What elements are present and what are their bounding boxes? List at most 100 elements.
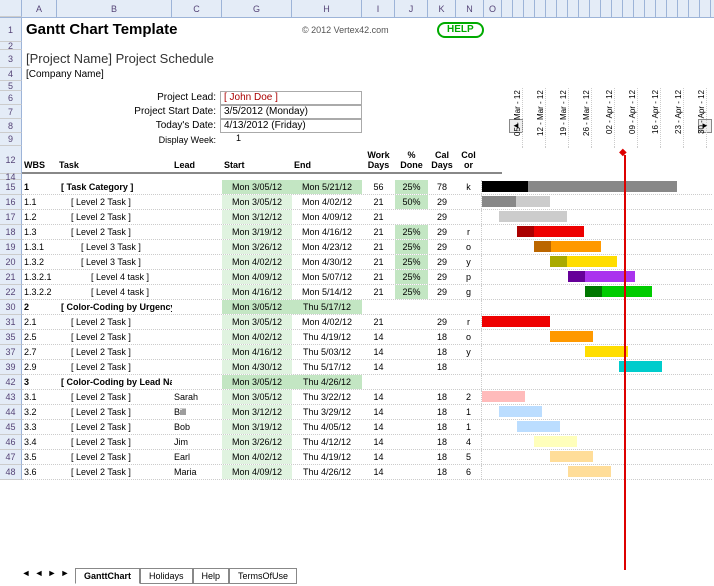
cell-lead[interactable] <box>172 180 222 194</box>
task-row[interactable]: 3.4 [ Level 2 Task ] Jim Mon 3/26/12 Thu… <box>22 435 712 450</box>
cell-start[interactable]: Mon 3/05/12 <box>222 300 292 314</box>
cell-end[interactable]: Mon 4/23/12 <box>292 240 362 254</box>
cell-workdays[interactable]: 14 <box>362 465 395 479</box>
cell-task[interactable]: [ Color-Coding by Lead Name ] <box>57 375 172 389</box>
cell-color[interactable]: r <box>456 315 481 329</box>
cell-end[interactable]: Thu 4/19/12 <box>292 450 362 464</box>
row-header[interactable]: 39 <box>0 360 22 375</box>
cell-start[interactable]: Mon 3/05/12 <box>222 180 292 194</box>
grid-header-lead[interactable]: Lead <box>172 160 222 170</box>
row-header[interactable]: 16 <box>0 195 22 210</box>
task-row[interactable]: 3.2 [ Level 2 Task ] Bill Mon 3/12/12 Th… <box>22 405 712 420</box>
column-header[interactable]: A <box>22 0 57 17</box>
task-row[interactable]: 2.1 [ Level 2 Task ] Mon 3/05/12 Mon 4/0… <box>22 315 712 330</box>
row-header[interactable]: 7 <box>0 105 22 119</box>
row-header[interactable]: 46 <box>0 435 22 450</box>
row-header[interactable]: 21 <box>0 270 22 285</box>
row-header[interactable]: 42 <box>0 375 22 390</box>
cell-caldays[interactable]: 29 <box>428 225 456 239</box>
cell-start[interactable]: Mon 4/02/12 <box>222 330 292 344</box>
cell-pctdone[interactable] <box>395 390 428 404</box>
cell-pctdone[interactable]: 25% <box>395 270 428 284</box>
cell-start[interactable]: Mon 4/02/12 <box>222 255 292 269</box>
cell-lead[interactable] <box>172 210 222 224</box>
cell-caldays[interactable]: 18 <box>428 345 456 359</box>
cell-caldays[interactable]: 18 <box>428 435 456 449</box>
cell-lead[interactable] <box>172 375 222 389</box>
task-row[interactable]: 1.3.1 [ Level 3 Task ] Mon 3/26/12 Mon 4… <box>22 240 712 255</box>
row-header[interactable]: 31 <box>0 315 22 330</box>
task-row[interactable]: 3 [ Color-Coding by Lead Name ] Mon 3/05… <box>22 375 712 390</box>
cell-pctdone[interactable]: 25% <box>395 240 428 254</box>
cell-caldays[interactable]: 18 <box>428 390 456 404</box>
cell-lead[interactable]: Bill <box>172 405 222 419</box>
cell-lead[interactable] <box>172 315 222 329</box>
row-header[interactable]: 45 <box>0 420 22 435</box>
cell-workdays[interactable]: 21 <box>362 255 395 269</box>
sheet-tab-termsofuse[interactable]: TermsOfUse <box>229 568 297 584</box>
cell-wbs[interactable]: 3.3 <box>22 420 57 434</box>
cell-lead[interactable] <box>172 255 222 269</box>
cell-pctdone[interactable] <box>395 375 428 389</box>
row-header[interactable]: 5 <box>0 81 22 91</box>
cell-wbs[interactable]: 1 <box>22 180 57 194</box>
cell-color[interactable] <box>456 195 481 209</box>
cell-color[interactable]: 1 <box>456 420 481 434</box>
cell-color[interactable]: 5 <box>456 450 481 464</box>
cell-task[interactable]: [ Level 3 Task ] <box>57 240 172 254</box>
row-header[interactable]: 35 <box>0 330 22 345</box>
column-header[interactable]: H <box>292 0 362 17</box>
row-header[interactable]: 12 <box>0 146 22 174</box>
cell-wbs[interactable]: 1.3.2.2 <box>22 285 57 299</box>
cell-lead[interactable] <box>172 300 222 314</box>
task-row[interactable]: 1.3.2.2 [ Level 4 task ] Mon 4/16/12 Mon… <box>22 285 712 300</box>
cell-end[interactable]: Mon 5/14/12 <box>292 285 362 299</box>
cell-end[interactable]: Thu 3/29/12 <box>292 405 362 419</box>
cell-task[interactable]: [ Level 2 Task ] <box>57 465 172 479</box>
row-header[interactable]: 30 <box>0 300 22 315</box>
column-header[interactable]: J <box>395 0 428 17</box>
cell-end[interactable]: Thu 5/03/12 <box>292 345 362 359</box>
cell-start[interactable]: Mon 3/26/12 <box>222 435 292 449</box>
cell-wbs[interactable]: 2.9 <box>22 360 57 374</box>
row-header[interactable]: 47 <box>0 450 22 465</box>
cell-pctdone[interactable]: 25% <box>395 255 428 269</box>
meta-value[interactable]: 3/5/2012 (Monday) <box>220 105 362 119</box>
cell-pctdone[interactable] <box>395 360 428 374</box>
cell-color[interactable]: 6 <box>456 465 481 479</box>
cell-start[interactable]: Mon 3/26/12 <box>222 240 292 254</box>
cell-wbs[interactable]: 1.3 <box>22 225 57 239</box>
cell-end[interactable]: Mon 4/30/12 <box>292 255 362 269</box>
cell-start[interactable]: Mon 3/05/12 <box>222 390 292 404</box>
cell-workdays[interactable] <box>362 300 395 314</box>
cell-pctdone[interactable] <box>395 300 428 314</box>
task-row[interactable]: 2.9 [ Level 2 Task ] Mon 4/30/12 Thu 5/1… <box>22 360 712 375</box>
cell-pctdone[interactable] <box>395 435 428 449</box>
cell-lead[interactable]: Sarah <box>172 390 222 404</box>
cell-color[interactable]: 2 <box>456 390 481 404</box>
cell-caldays[interactable]: 29 <box>428 240 456 254</box>
cell-task[interactable]: [ Level 4 task ] <box>57 285 172 299</box>
cell-wbs[interactable]: 2 <box>22 300 57 314</box>
cell-pctdone[interactable] <box>395 465 428 479</box>
cell-caldays[interactable]: 29 <box>428 315 456 329</box>
row-header[interactable]: 6 <box>0 91 22 105</box>
cell-wbs[interactable]: 2.7 <box>22 345 57 359</box>
row-header[interactable]: 15 <box>0 180 22 195</box>
cell-wbs[interactable]: 3.1 <box>22 390 57 404</box>
cell-caldays[interactable] <box>428 375 456 389</box>
row-header[interactable]: 18 <box>0 225 22 240</box>
cell-end[interactable]: Mon 4/16/12 <box>292 225 362 239</box>
row-header[interactable]: 44 <box>0 405 22 420</box>
row-header[interactable]: 17 <box>0 210 22 225</box>
task-row[interactable]: 3.1 [ Level 2 Task ] Sarah Mon 3/05/12 T… <box>22 390 712 405</box>
cell-wbs[interactable]: 1.3.1 <box>22 240 57 254</box>
cell-caldays[interactable]: 29 <box>428 210 456 224</box>
cell-wbs[interactable]: 3.5 <box>22 450 57 464</box>
cell-wbs[interactable]: 2.1 <box>22 315 57 329</box>
cell-color[interactable]: g <box>456 285 481 299</box>
cell-workdays[interactable]: 14 <box>362 330 395 344</box>
task-row[interactable]: 1.3 [ Level 2 Task ] Mon 3/19/12 Mon 4/1… <box>22 225 712 240</box>
cell-workdays[interactable]: 14 <box>362 390 395 404</box>
cell-lead[interactable] <box>172 240 222 254</box>
